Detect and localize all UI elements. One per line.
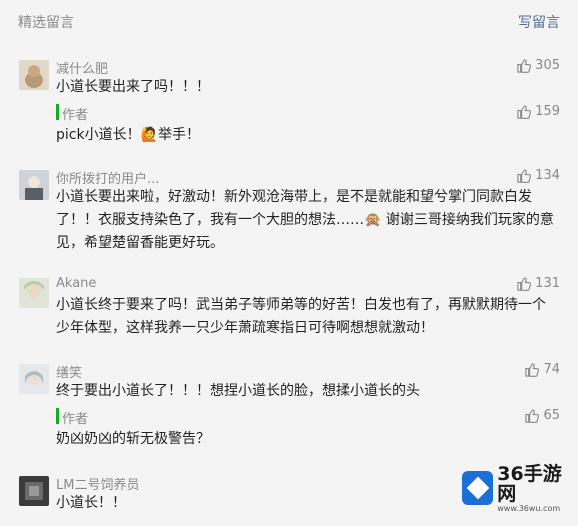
reply-text: pick小道长！🙋举手！ [56, 127, 201, 143]
like-button[interactable]: 131 [516, 276, 560, 291]
reply-text: 奶凶奶凶的斩无极警告？ [56, 431, 210, 447]
comment-nickname: 减什么肥 [56, 62, 109, 77]
write-comment-link[interactable]: 写留言 [518, 12, 560, 32]
avatar[interactable] [19, 364, 49, 394]
thumbs-up-icon [525, 409, 540, 423]
section-title: 精选留言 [18, 15, 74, 31]
like-button[interactable]: 305 [516, 58, 560, 73]
thumbs-up-icon [517, 277, 532, 291]
reply-like-button[interactable]: 65 [524, 408, 560, 423]
comment-nickname: LM二号饲养员 [56, 478, 140, 493]
avatar[interactable] [19, 60, 49, 90]
thumbs-up-icon [525, 363, 540, 377]
comments-header: 精选留言 写留言 [0, 0, 578, 40]
site-watermark: 36手游网 www.36wu.com [462, 464, 574, 513]
avatar[interactable] [19, 476, 49, 506]
comment-nickname: 你所拨打的用户... [56, 172, 160, 187]
avatar[interactable] [19, 278, 49, 308]
reply-author-label: 作者 [62, 412, 89, 427]
reply-indicator [56, 104, 59, 120]
comment-text: 终于要出小道长了！！！想捏小道长的脸，想揉小道长的头 [56, 383, 420, 399]
like-count: 74 [543, 362, 560, 377]
like-count: 159 [535, 104, 560, 119]
thumbs-up-icon [517, 105, 532, 119]
thumbs-up-icon [517, 59, 532, 73]
like-button[interactable]: 134 [516, 168, 560, 183]
comment-text: 小道长要出来了吗！！！ [56, 79, 210, 95]
like-button[interactable]: 74 [524, 362, 560, 377]
like-count: 131 [535, 276, 560, 291]
reply-like-button[interactable]: 159 [516, 104, 560, 119]
avatar[interactable] [19, 170, 49, 200]
thumbs-up-icon [517, 169, 532, 183]
reply-author-label: 作者 [62, 108, 89, 123]
like-count: 305 [535, 58, 560, 73]
comment-text: 小道长终于要来了吗！武当弟子等师弟等的好苦！白发也有了，再默默期待一个少年体型，… [56, 297, 546, 336]
comment-text: 小道长要出来啦，好激动！新外观沧海带上，是不是就能和望兮掌门同款白发了！！衣服支… [56, 189, 554, 251]
like-count: 134 [535, 168, 560, 183]
comment-nickname: Akane [56, 276, 97, 291]
reply-indicator [56, 408, 59, 424]
cube-logo-icon [462, 471, 494, 505]
comment-nickname: 缮笑 [56, 366, 83, 381]
watermark-url: www.36wu.com [497, 503, 561, 513]
like-count: 65 [543, 408, 560, 423]
watermark-name: 36手游网 [497, 462, 562, 505]
